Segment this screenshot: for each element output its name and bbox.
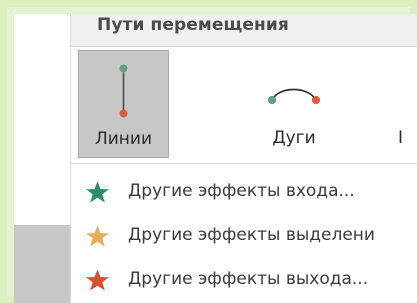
more-emphasis-effects-item[interactable]: Другие эффекты выделени: [71, 215, 417, 259]
arc-motion-path-icon: [267, 88, 321, 105]
left-bottom-panel: [14, 225, 70, 303]
vertical-line-motion-path-icon: [119, 64, 128, 118]
screenshot-stage: Пути перемещения Линии Дуги I Другие эфф…: [0, 0, 417, 303]
motion-paths-title: Пути перемещения: [97, 15, 289, 35]
lines-motion-path-button[interactable]: Линии: [78, 50, 169, 158]
green-star-icon: [86, 181, 109, 203]
more-entrance-effects-label: Другие эффекты входа...: [128, 181, 355, 201]
more-exit-effects-label: Другие эффекты выхода...: [128, 269, 369, 289]
motion-paths-gallery: Линии Дуги I: [71, 47, 417, 163]
gallery-separator: [71, 163, 417, 164]
yellow-star-icon: [86, 225, 109, 247]
animation-effects-menu: Пути перемещения Линии Дуги I Другие эфф…: [71, 14, 417, 303]
arcs-label: Дуги: [272, 128, 316, 148]
more-exit-effects-item[interactable]: Другие эффекты выхода...: [71, 259, 417, 303]
clipped-next-motion-path-button[interactable]: I: [398, 50, 417, 158]
red-star-icon: [86, 269, 109, 291]
more-emphasis-effects-label: Другие эффекты выделени: [128, 225, 375, 245]
lines-label: Линии: [94, 129, 153, 149]
clipped-next-label: I: [398, 128, 404, 148]
motion-paths-header: Пути перемещения: [71, 14, 417, 47]
arcs-motion-path-button[interactable]: Дуги: [248, 50, 340, 158]
more-entrance-effects-item[interactable]: Другие эффекты входа...: [71, 171, 417, 215]
